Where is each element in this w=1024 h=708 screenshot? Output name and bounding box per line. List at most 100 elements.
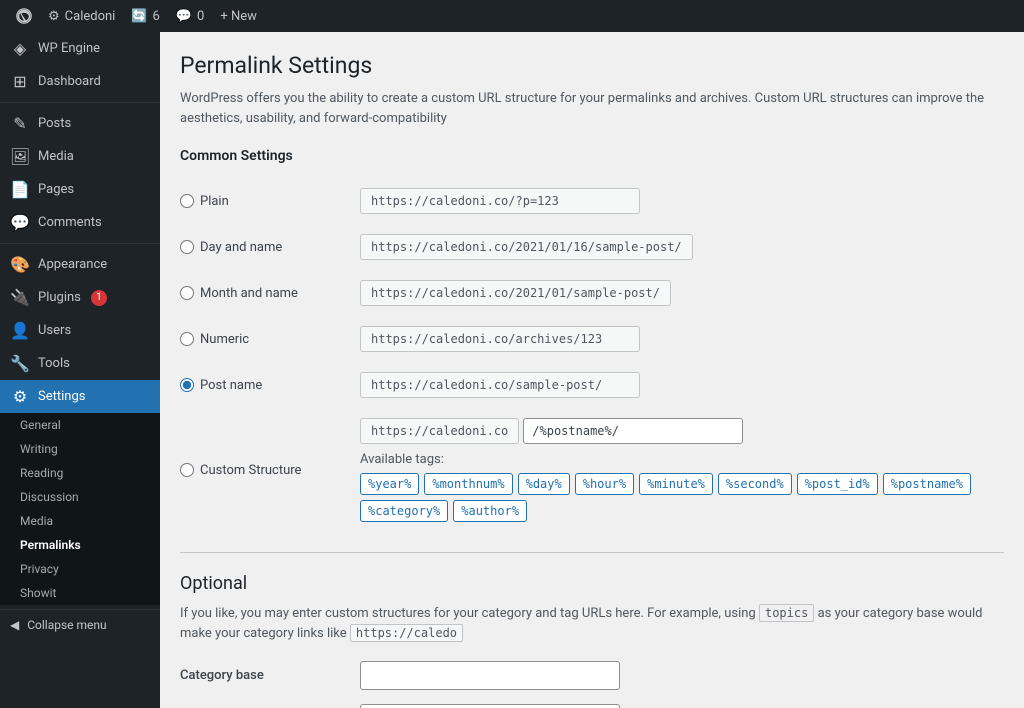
collapse-icon: ◀: [10, 618, 19, 632]
sidebar-item-wp-engine[interactable]: ◈ WP Engine: [0, 32, 160, 65]
tag-monthnum[interactable]: %monthnum%: [424, 473, 512, 495]
wp-logo[interactable]: [8, 0, 40, 32]
numeric-url: https://caledoni.co/archives/123: [360, 326, 640, 352]
optional-description: If you like, you may enter custom struct…: [180, 604, 1004, 643]
comments-icon: 💬: [10, 213, 30, 232]
site-name-label: Caledoni: [65, 9, 116, 24]
optional-title: Optional: [180, 573, 1004, 594]
sidebar-item-plugins[interactable]: 🔌 Plugins 1: [0, 281, 160, 314]
post-name-url: https://caledoni.co/sample-post/: [360, 372, 640, 398]
custom-structure-wrap: https://caledoni.co: [360, 418, 1004, 444]
custom-base-url: https://caledoni.co: [360, 418, 519, 444]
submenu-permalinks[interactable]: Permalinks: [0, 533, 160, 557]
sidebar-item-tools[interactable]: 🔧 Tools: [0, 347, 160, 380]
page-description: WordPress offers you the ability to crea…: [180, 89, 1004, 128]
submenu-writing[interactable]: Writing: [0, 437, 160, 461]
posts-icon: ✎: [10, 114, 30, 133]
comment-icon: 💬: [176, 9, 192, 24]
custom-radio[interactable]: [180, 463, 194, 477]
wp-engine-icon: ⚙: [48, 9, 60, 24]
users-icon: 👤: [10, 321, 30, 340]
custom-option-label[interactable]: Custom Structure: [180, 463, 344, 478]
appearance-icon: 🎨: [10, 255, 30, 274]
adminbar-new[interactable]: + New: [212, 0, 265, 32]
adminbar-comments[interactable]: 💬 0: [168, 0, 213, 32]
plugins-badge: 1: [91, 290, 107, 306]
tag-year[interactable]: %year%: [360, 473, 419, 495]
plugins-icon: 🔌: [10, 288, 30, 307]
tag-second[interactable]: %second%: [718, 473, 792, 495]
plain-radio[interactable]: [180, 194, 194, 208]
custom-structure-input[interactable]: [523, 418, 743, 444]
media-icon: 🖼: [10, 147, 30, 166]
tag-day[interactable]: %day%: [518, 473, 570, 495]
main-content: Permalink Settings WordPress offers you …: [160, 32, 1024, 708]
updates-count: 0: [197, 9, 204, 24]
common-settings-title: Common Settings: [180, 148, 1004, 164]
category-base-input[interactable]: [360, 661, 620, 690]
day-name-radio[interactable]: [180, 240, 194, 254]
tags-wrap: %year% %monthnum% %day% %hour% %minute% …: [360, 473, 1004, 522]
admin-bar: ⚙ Caledoni 🔄 6 💬 0 + New: [0, 0, 1024, 32]
table-row: Custom Structure https://caledoni.co Ava…: [180, 408, 1004, 532]
month-name-radio[interactable]: [180, 286, 194, 300]
submenu-general[interactable]: General: [0, 413, 160, 437]
available-tags-label: Available tags:: [360, 452, 1004, 467]
new-label: + New: [220, 9, 257, 24]
optional-url-example: https://caledo: [350, 624, 463, 642]
adminbar-wp-engine[interactable]: ⚙ Caledoni: [40, 0, 123, 32]
plain-option-label[interactable]: Plain: [180, 194, 344, 209]
updates-icon: 🔄: [131, 9, 147, 24]
day-name-option-label[interactable]: Day and name: [180, 240, 344, 255]
sidebar-item-comments[interactable]: 💬 Comments: [0, 206, 160, 239]
settings-icon: ⚙: [10, 387, 30, 406]
tag-postname[interactable]: %postname%: [883, 473, 971, 495]
optional-form: Category base Tag base: [180, 661, 1004, 708]
submenu-privacy[interactable]: Privacy: [0, 557, 160, 581]
sidebar-item-pages[interactable]: 📄 Pages: [0, 173, 160, 206]
sidebar-item-appearance[interactable]: 🎨 Appearance: [0, 248, 160, 281]
dashboard-icon: ⊞: [10, 72, 30, 91]
table-row: Post name https://caledoni.co/sample-pos…: [180, 362, 1004, 408]
submenu-showit[interactable]: Showit: [0, 581, 160, 605]
sidebar-item-dashboard[interactable]: ⊞ Dashboard: [0, 65, 160, 98]
submenu-reading[interactable]: Reading: [0, 461, 160, 485]
sidebar-item-posts[interactable]: ✎ Posts: [0, 107, 160, 140]
tag-author[interactable]: %author%: [453, 500, 527, 522]
category-base-label: Category base: [180, 668, 360, 683]
tag-minute[interactable]: %minute%: [639, 473, 713, 495]
sidebar-item-settings[interactable]: ⚙ Settings: [0, 380, 160, 413]
sidebar-item-media[interactable]: 🖼 Media: [0, 140, 160, 173]
post-name-radio[interactable]: [180, 378, 194, 392]
optional-code: topics: [759, 604, 814, 622]
table-row: Plain https://caledoni.co/?p=123: [180, 178, 1004, 224]
page-title: Permalink Settings: [180, 52, 1004, 79]
submenu-discussion[interactable]: Discussion: [0, 485, 160, 509]
sidebar-item-users[interactable]: 👤 Users: [0, 314, 160, 347]
tools-icon: 🔧: [10, 354, 30, 373]
tag-hour[interactable]: %hour%: [575, 473, 634, 495]
submenu-media[interactable]: Media: [0, 509, 160, 533]
month-name-url: https://caledoni.co/2021/01/sample-post/: [360, 280, 671, 306]
tag-post-id[interactable]: %post_id%: [797, 473, 878, 495]
settings-submenu: General Writing Reading Discussion Media…: [0, 413, 160, 605]
numeric-option-label[interactable]: Numeric: [180, 332, 344, 347]
tag-category[interactable]: %category%: [360, 500, 448, 522]
tag-base-input[interactable]: [360, 704, 620, 708]
comments-count: 6: [153, 9, 160, 24]
day-name-url: https://caledoni.co/2021/01/16/sample-po…: [360, 234, 693, 260]
table-row: Numeric https://caledoni.co/archives/123: [180, 316, 1004, 362]
table-row: Day and name https://caledoni.co/2021/01…: [180, 224, 1004, 270]
table-row: Month and name https://caledoni.co/2021/…: [180, 270, 1004, 316]
wp-engine-icon: ◈: [10, 39, 30, 58]
adminbar-updates[interactable]: 🔄 6: [123, 0, 168, 32]
month-name-option-label[interactable]: Month and name: [180, 286, 344, 301]
plain-url: https://caledoni.co/?p=123: [360, 188, 640, 214]
pages-icon: 📄: [10, 180, 30, 199]
numeric-radio[interactable]: [180, 332, 194, 346]
post-name-option-label[interactable]: Post name: [180, 378, 344, 393]
permalink-options-table: Plain https://caledoni.co/?p=123 Day and…: [180, 178, 1004, 532]
collapse-menu-button[interactable]: ◀ Collapse menu: [0, 609, 160, 640]
admin-sidebar: ◈ WP Engine ⊞ Dashboard ✎ Posts 🖼 Media …: [0, 32, 160, 708]
section-divider: [180, 552, 1004, 553]
